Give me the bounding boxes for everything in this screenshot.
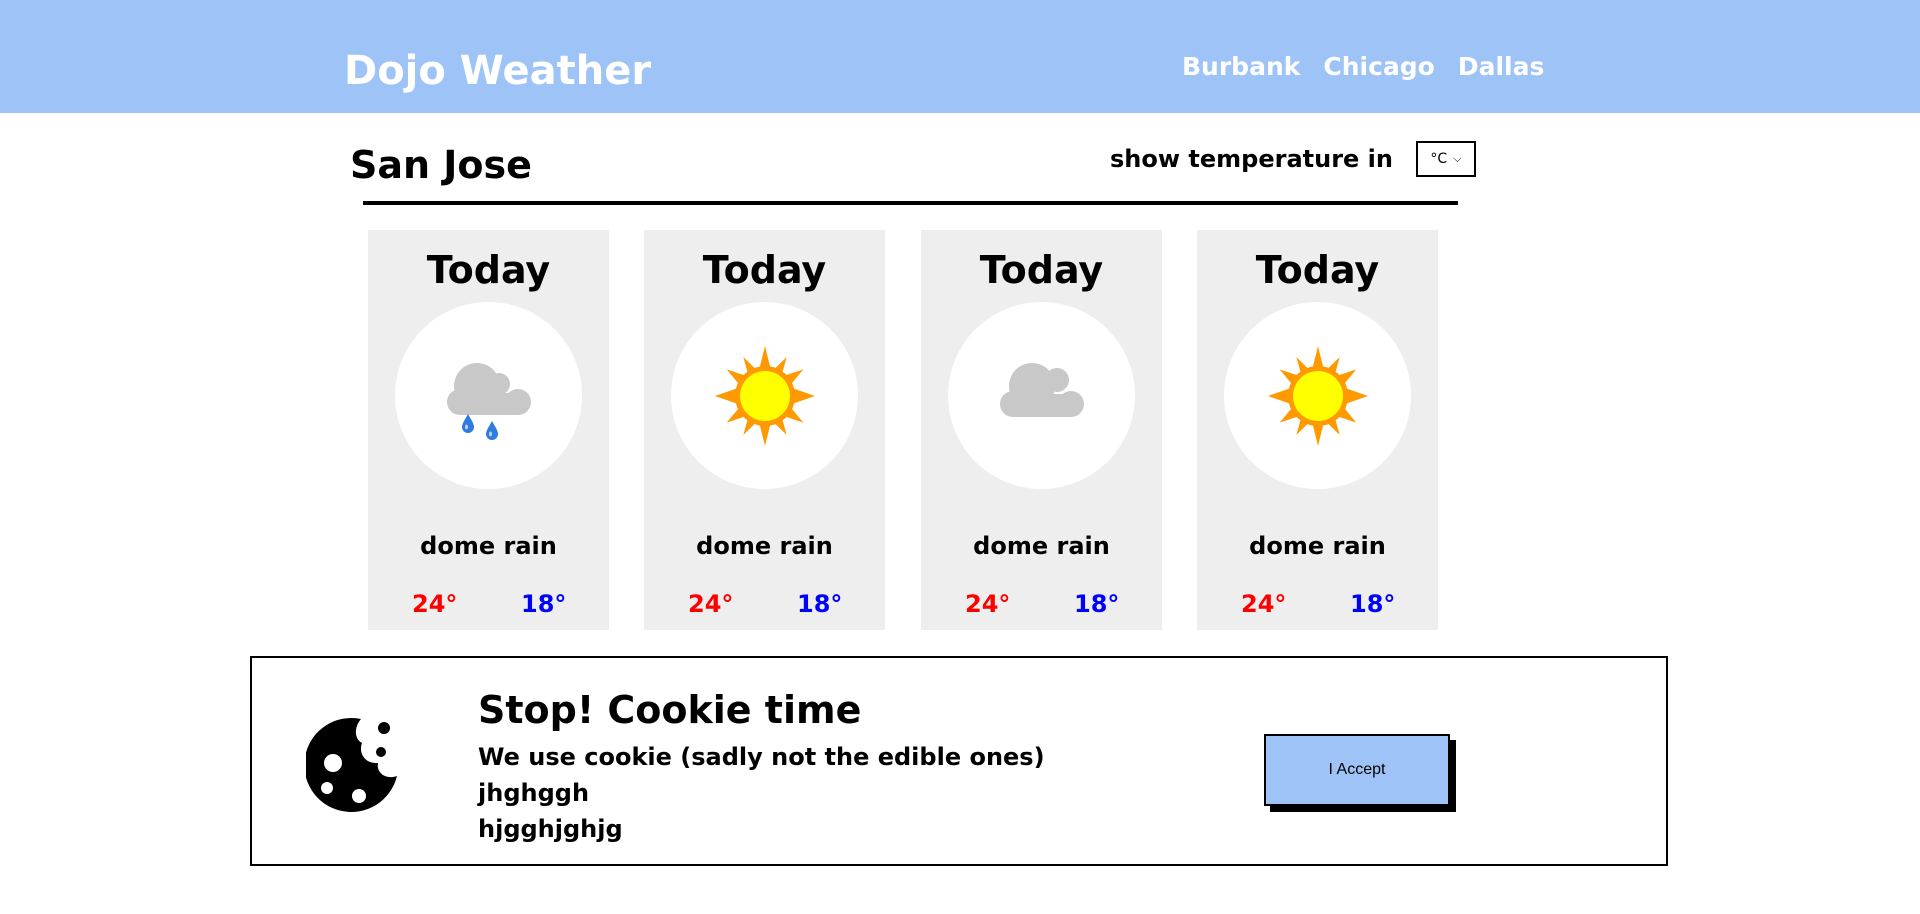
card-day: Today [702,248,827,292]
low-temp: 18° [1350,590,1396,618]
forecast-card: Today dome rain 24° 18° [368,230,609,630]
temp-unit-select[interactable]: °C ⌵ [1415,141,1476,177]
cookie-message: We use cookie (sadly not the edible ones… [478,739,1045,847]
city-title: San Jose [350,143,532,187]
cookie-title: Stop! Cookie time [478,688,862,732]
low-temp: 18° [521,590,567,618]
cookie-banner: Stop! Cookie time We use cookie (sadly n… [250,656,1668,866]
nav-link-dallas[interactable]: Dallas [1458,52,1545,81]
divider [363,201,1458,205]
city-nav: Burbank Chicago Dallas [1182,52,1544,81]
cloud-icon [999,362,1084,417]
chevron-down-icon: ⌵ [1453,152,1462,165]
card-description: dome rain [696,532,833,560]
cookie-icon [304,716,400,820]
brand-title[interactable]: Dojo Weather [344,48,651,94]
sun-icon [714,345,815,446]
temp-unit-control: show temperature in °C ⌵ [1110,141,1476,177]
rain-cloud-icon [446,362,531,440]
weather-icon-circle [948,302,1135,489]
accept-cookies-button[interactable]: I Accept [1264,734,1450,806]
low-temp: 18° [1074,590,1120,618]
cookie-message-line: hjgghjghjg [478,815,623,843]
nav-link-chicago[interactable]: Chicago [1323,52,1434,81]
cookie-message-line: jhghggh [478,779,590,807]
weather-icon-circle [395,302,582,489]
header: Dojo Weather Burbank Chicago Dallas [0,0,1920,113]
card-description: dome rain [1249,532,1386,560]
forecast-card: Today dome rain 24° 18° [921,230,1162,630]
temp-unit-value: °C [1430,151,1448,167]
forecast-card: Today dome rain 24° 18° [1197,230,1438,630]
high-temp: 24° [688,590,734,618]
nav-link-burbank[interactable]: Burbank [1182,52,1300,81]
sun-icon [1267,345,1368,446]
card-day: Today [426,248,551,292]
low-temp: 18° [797,590,843,618]
card-description: dome rain [420,532,557,560]
high-temp: 24° [965,590,1011,618]
high-temp: 24° [412,590,458,618]
card-day: Today [979,248,1104,292]
card-day: Today [1255,248,1380,292]
weather-icon-circle [1224,302,1411,489]
forecast-card: Today dome rain 24° 18° [644,230,885,630]
temp-unit-label: show temperature in [1110,145,1393,173]
high-temp: 24° [1241,590,1287,618]
card-description: dome rain [973,532,1110,560]
weather-icon-circle [671,302,858,489]
cookie-message-line: We use cookie (sadly not the edible ones… [478,743,1045,771]
